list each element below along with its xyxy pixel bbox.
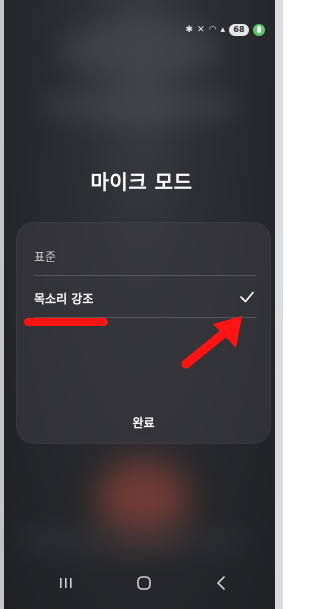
battery-icon: 68: [229, 24, 249, 36]
screen-edge-left: [0, 0, 4, 609]
mic-active-icon: [253, 24, 265, 36]
done-button[interactable]: 완료: [16, 414, 271, 431]
bluetooth-icon: ✱: [185, 25, 194, 35]
home-icon: [137, 576, 151, 590]
red-underline-annotation: [24, 318, 108, 326]
red-arrow-annotation: [181, 316, 242, 369]
option-standard[interactable]: 표준: [34, 236, 256, 276]
recent-apps-button[interactable]: [46, 568, 86, 598]
screen-edge-right: [275, 0, 283, 609]
recent-apps-icon: [60, 578, 72, 588]
screen: ✱ ✕ ◠ ▴ 68 마이크 모드 표준 목소리 강조 완료: [0, 0, 283, 609]
background-blur: [10, 520, 250, 560]
checkmark-icon: [240, 291, 254, 303]
back-icon: [217, 576, 225, 590]
option-label: 표준: [34, 249, 57, 264]
mute-icon: ✕: [197, 25, 205, 35]
status-bar: ✱ ✕ ◠ ▴ 68: [186, 22, 265, 38]
navigation-bar: [0, 568, 283, 598]
dialog-title: 마이크 모드: [90, 170, 193, 194]
divider: [34, 275, 256, 276]
background-blur: [40, 85, 240, 125]
back-button[interactable]: [202, 568, 242, 598]
home-button[interactable]: [124, 568, 164, 598]
option-label: 목소리 강조: [34, 291, 94, 306]
wifi-icon: ◠: [208, 25, 217, 35]
signal-icon: ▴: [220, 25, 225, 35]
